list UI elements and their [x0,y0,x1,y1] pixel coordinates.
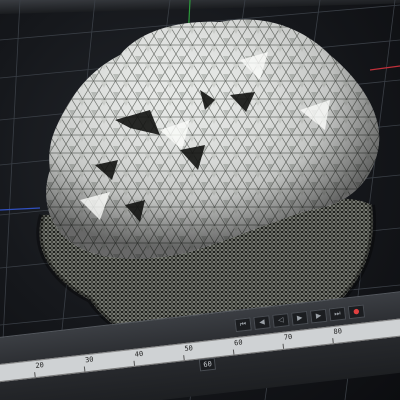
ruler-tick: 30 [84,355,94,365]
ruler-tick: 40 [134,349,144,359]
next-key-icon[interactable]: ▶ [309,308,328,324]
play-reverse-icon[interactable]: ◁ [272,313,290,328]
prev-key-icon[interactable]: ◀ [253,315,271,330]
ruler-tick: 60 [233,338,244,348]
current-frame-field[interactable]: 60 [198,357,217,372]
record-icon[interactable]: ● [347,304,366,320]
viewport-stage[interactable]: ⏮ ◀ ◁ ▶ ▶ ⏭ ● 20 30 40 50 60 70 80 60 [0,0,400,400]
ruler-tick: 20 [35,361,45,371]
ruler-tick: 70 [283,332,293,342]
ruler-tick: 50 [184,344,194,354]
play-icon[interactable]: ▶ [291,310,309,326]
ruler-tick: 80 [333,327,343,337]
last-frame-icon[interactable]: ⏭ [328,306,347,322]
first-frame-icon[interactable]: ⏮ [234,317,252,333]
